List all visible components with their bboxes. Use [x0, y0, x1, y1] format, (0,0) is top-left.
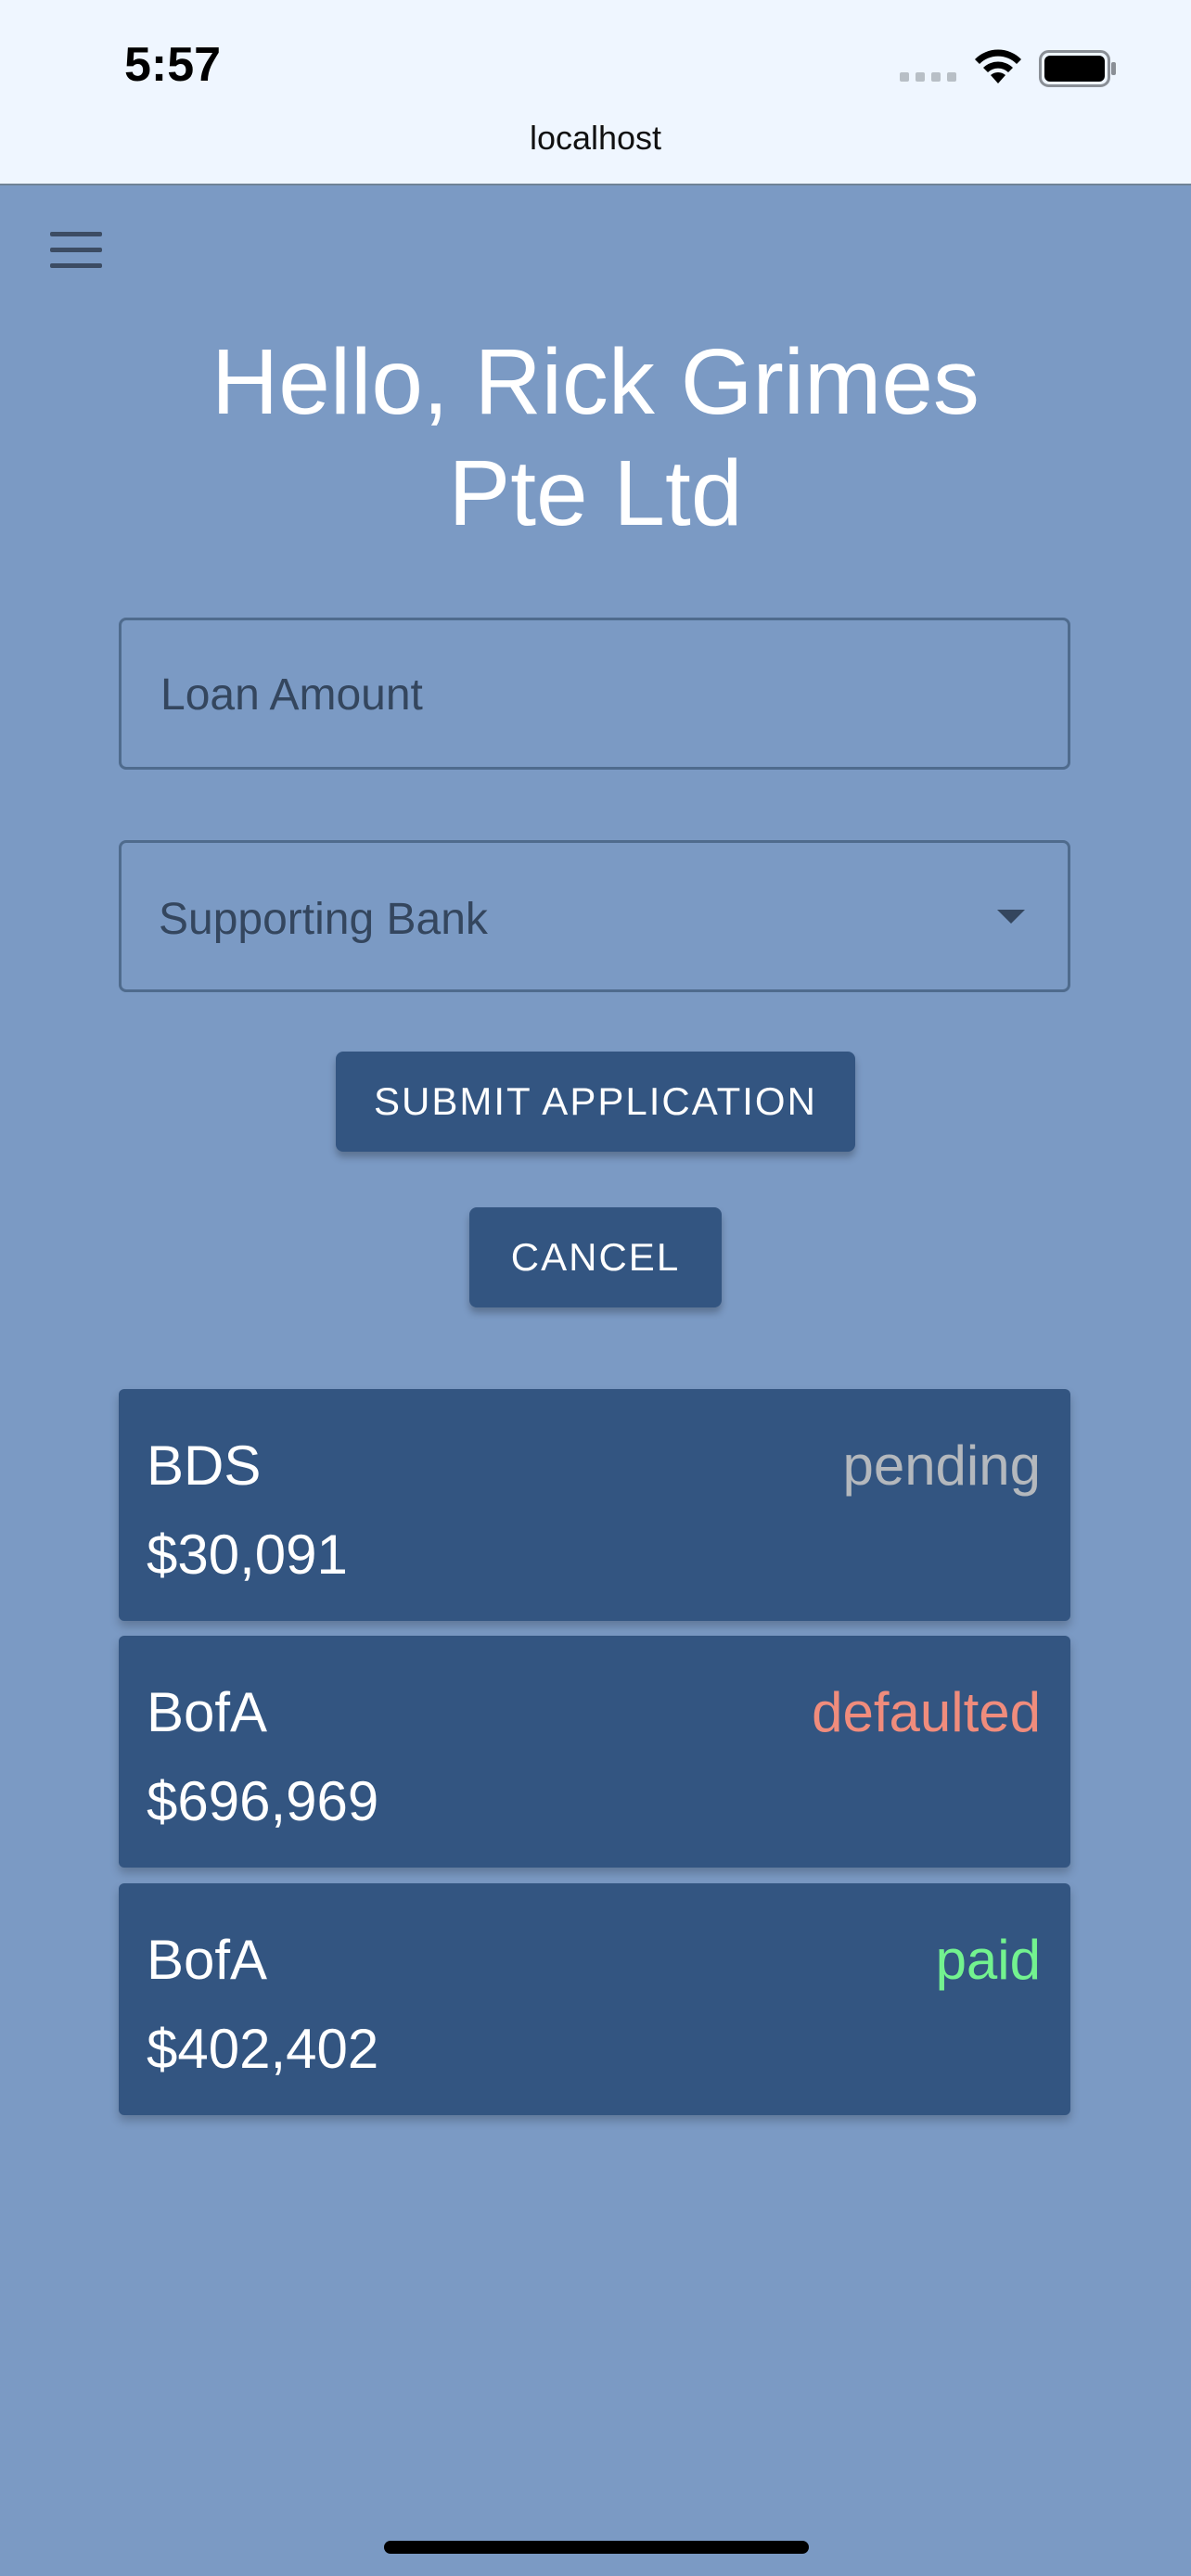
loan-bank-name: BDS: [147, 1435, 262, 1497]
supporting-bank-select[interactable]: Supporting Bank: [119, 840, 1070, 992]
status-bar: 5:57 localhost: [0, 0, 1191, 185]
cellular-signal-icon: [900, 72, 956, 82]
greeting-line-1: Hello, Rick Grimes: [211, 330, 980, 434]
loan-amount-field: [119, 618, 1070, 770]
loan-bank-name: BofA: [147, 1929, 268, 1991]
loan-card[interactable]: BofA defaulted $696,969: [119, 1636, 1070, 1868]
loan-card[interactable]: BDS pending $30,091: [119, 1389, 1070, 1621]
loan-amount: $402,402: [147, 2018, 379, 2080]
status-time: 5:57: [124, 38, 222, 92]
battery-icon: [1039, 50, 1116, 87]
chevron-down-icon: [997, 910, 1025, 924]
loan-amount: $696,969: [147, 1770, 379, 1832]
submit-application-button[interactable]: SUBMIT APPLICATION: [336, 1052, 855, 1152]
loan-amount: $30,091: [147, 1524, 348, 1586]
address-bar-url[interactable]: localhost: [0, 119, 1191, 158]
loan-status: paid: [935, 1929, 1041, 1991]
home-indicator[interactable]: [384, 2541, 809, 2554]
page-title: Hello, Rick Grimes Pte Ltd: [0, 326, 1191, 549]
hamburger-menu-icon[interactable]: [50, 230, 104, 271]
supporting-bank-placeholder: Supporting Bank: [159, 895, 488, 944]
loan-bank-name: BofA: [147, 1681, 268, 1743]
cancel-button[interactable]: CANCEL: [469, 1207, 722, 1307]
greeting-line-2: Pte Ltd: [448, 441, 743, 545]
wifi-icon: [975, 49, 1021, 83]
loan-card[interactable]: BofA paid $402,402: [119, 1883, 1070, 2115]
loan-status: pending: [842, 1435, 1041, 1497]
loan-amount-input[interactable]: [159, 620, 1034, 769]
loan-status: defaulted: [812, 1681, 1041, 1743]
